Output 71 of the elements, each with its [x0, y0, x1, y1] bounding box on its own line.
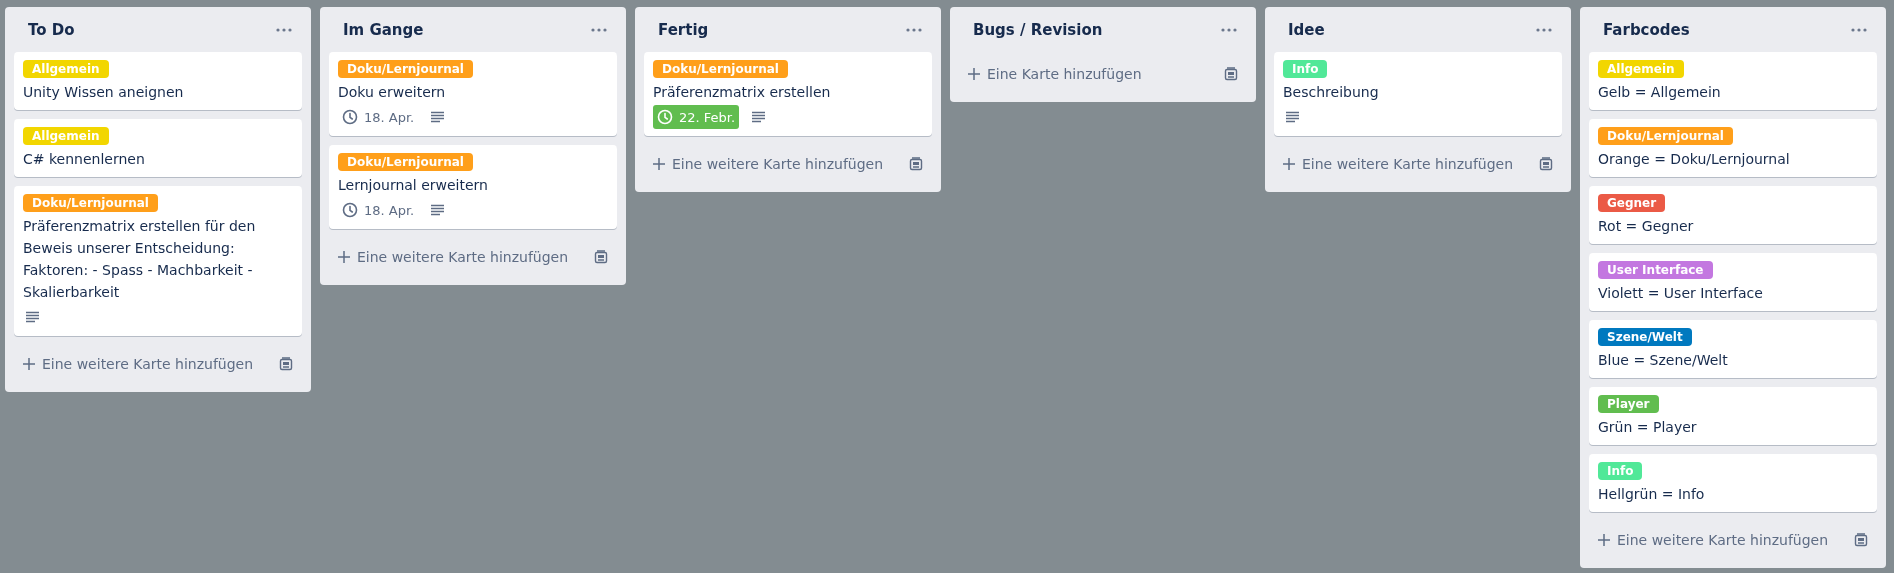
- card[interactable]: Doku/Lernjournal Präferenzmatrix erstellen 22. Febr.: [644, 52, 932, 136]
- due-date: 22. Febr.: [679, 109, 736, 125]
- list-title: To Do: [28, 20, 75, 39]
- description-icon: [751, 111, 767, 123]
- description-icon: [430, 111, 446, 123]
- card-title: Grün = Player: [1598, 418, 1698, 437]
- description-icon: [25, 311, 40, 323]
- card-label: Doku/Lernjournal: [23, 194, 158, 212]
- card[interactable]: Szene/Welt Blue = Szene/Welt: [1589, 320, 1877, 378]
- description-icon: [1285, 111, 1300, 123]
- list-title: Im Gange: [343, 20, 424, 39]
- card[interactable]: Info Beschreibung: [1274, 52, 1562, 136]
- card-title: Orange = Doku/Lernjournal: [1598, 150, 1791, 169]
- clock-icon: [657, 109, 673, 125]
- add-card-button[interactable]: Eine weitere Karte hinzufügen: [337, 249, 569, 265]
- card-title: Gelb = Allgemein: [1598, 83, 1722, 102]
- card-label: Doku/Lernjournal: [338, 60, 473, 78]
- card[interactable]: Player Grün = Player: [1589, 387, 1877, 445]
- card[interactable]: Allgemein C# kennenlernen: [14, 119, 302, 177]
- plus-icon: [1282, 157, 1296, 171]
- card[interactable]: Info Hellgrün = Info: [1589, 454, 1877, 512]
- add-card-button[interactable]: Eine weitere Karte hinzufügen: [1597, 532, 1829, 548]
- card-label: Info: [1598, 462, 1643, 480]
- description-icon: [430, 204, 446, 216]
- card-title: Doku erweitern: [338, 83, 447, 102]
- card-label: User Interface: [1598, 261, 1713, 279]
- plus-icon: [1597, 533, 1611, 547]
- list-title: Farbcodes: [1603, 20, 1690, 39]
- add-card-button[interactable]: Eine Karte hinzufügen: [967, 66, 1142, 82]
- card[interactable]: Doku/Lernjournal Lernjournal erweitern 18. Apr.: [329, 145, 617, 229]
- card-label: Doku/Lernjournal: [338, 153, 473, 171]
- due-date: 18. Apr.: [364, 109, 415, 125]
- card-title: Unity Wissen aneignen: [23, 83, 185, 102]
- card-title: C# kennenlernen: [23, 150, 146, 169]
- card[interactable]: Doku/Lernjournal Orange = Doku/Lernjournal: [1589, 119, 1877, 177]
- plus-icon: [337, 250, 351, 264]
- add-card-button[interactable]: Eine weitere Karte hinzufügen: [1282, 156, 1514, 172]
- card-label: Allgemein: [23, 127, 109, 145]
- plus-icon: [967, 67, 981, 81]
- card-title: Beschreibung: [1283, 83, 1380, 102]
- list-title: Idee: [1288, 20, 1325, 39]
- card-title: Rot = Gegner: [1598, 217, 1695, 236]
- card-title: Präferenzmatrix erstellen für den Beweis unserer Entscheidung: Faktoren: - Spass - Machbarkeit - Skalierbarkeit: [23, 217, 257, 302]
- card-label: Player: [1598, 395, 1659, 413]
- card[interactable]: Gegner Rot = Gegner: [1589, 186, 1877, 244]
- card[interactable]: Allgemein Gelb = Allgemein: [1589, 52, 1877, 110]
- add-card-button[interactable]: Eine weitere Karte hinzufügen: [22, 356, 254, 372]
- clock-icon: [342, 202, 358, 218]
- card-label: Gegner: [1598, 194, 1666, 212]
- card-title: Violett = User Interface: [1598, 284, 1764, 303]
- list-title: Fertig: [658, 20, 709, 39]
- due-date: 18. Apr.: [364, 202, 415, 218]
- card-label: Allgemein: [1598, 60, 1684, 78]
- card-label: Allgemein: [23, 60, 109, 78]
- card[interactable]: Doku/Lernjournal Präferenzmatrix erstellen für den Beweis unserer Entscheidung: Faktoren: - Spass - Machbarkeit - Skalierbarkeit: [14, 186, 302, 336]
- plus-icon: [22, 357, 36, 371]
- card-label: Szene/Welt: [1598, 328, 1692, 346]
- card[interactable]: Allgemein Unity Wissen aneignen: [14, 52, 302, 110]
- card-title: Lernjournal erweitern: [338, 176, 489, 195]
- list-title: Bugs / Revision: [973, 20, 1103, 39]
- clock-icon: [342, 109, 358, 125]
- card[interactable]: User Interface Violett = User Interface: [1589, 253, 1877, 311]
- card-title: Blue = Szene/Welt: [1598, 351, 1729, 370]
- plus-icon: [652, 157, 666, 171]
- card-label: Info: [1283, 60, 1328, 78]
- card-label: Doku/Lernjournal: [1598, 127, 1733, 145]
- card-label: Doku/Lernjournal: [653, 60, 788, 78]
- card-title: Präferenzmatrix erstellen: [653, 83, 832, 102]
- add-card-button[interactable]: Eine weitere Karte hinzufügen: [652, 156, 884, 172]
- card[interactable]: Doku/Lernjournal Doku erweitern 18. Apr.: [329, 52, 617, 136]
- card-title: Hellgrün = Info: [1598, 485, 1706, 504]
